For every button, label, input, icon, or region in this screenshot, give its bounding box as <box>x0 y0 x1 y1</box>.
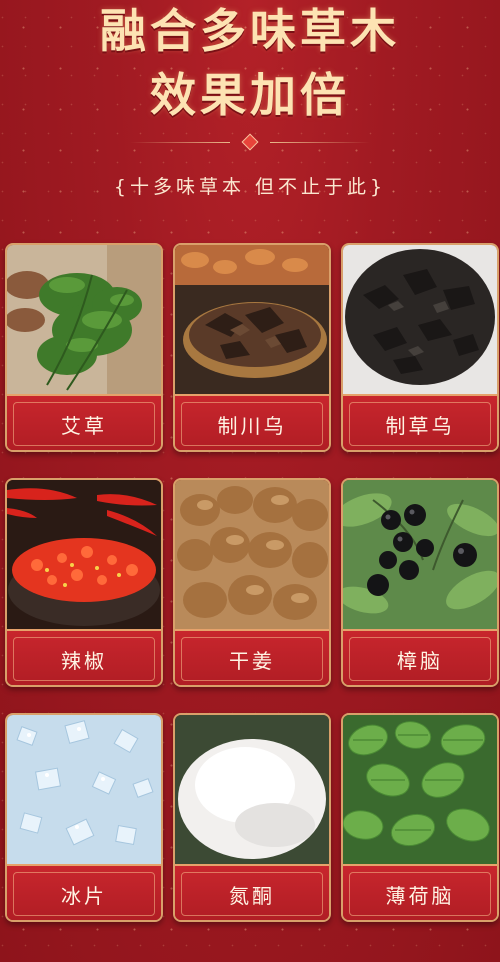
ingredient-card: 干姜 <box>173 478 331 687</box>
processed-kusnezoff-monkshood-image <box>343 245 497 394</box>
mugwort-image <box>7 245 161 394</box>
title-divider <box>130 133 370 151</box>
ingredient-label: 樟脑 <box>397 648 443 673</box>
label-bar: 干姜 <box>175 629 329 685</box>
page-title-line-2: 效果加倍 <box>150 68 350 122</box>
divider-line-right <box>270 141 370 143</box>
ingredient-card: 制草乌 <box>341 243 499 452</box>
label-bar: 制草乌 <box>343 394 497 450</box>
page-title-line-1: 融合多味草木 <box>100 4 400 58</box>
label-bar: 艾草 <box>7 394 161 450</box>
ingredient-label: 辣椒 <box>61 648 107 673</box>
ingredient-card: 薄荷脑 <box>341 713 499 922</box>
label-bar: 樟脑 <box>343 629 497 685</box>
ingredient-card: 辣椒 <box>5 478 163 687</box>
ingredient-grid: 艾草 制川乌 制草乌 辣椒 干姜 樟脑 冰片 氮酮 薄荷脑 <box>5 243 499 922</box>
label-bar: 氮酮 <box>175 864 329 920</box>
mint-leaves-image <box>343 715 497 864</box>
ingredient-card: 氮酮 <box>173 713 331 922</box>
ingredient-label: 氮酮 <box>229 883 275 908</box>
ingredient-card: 冰片 <box>5 713 163 922</box>
label-bar: 制川乌 <box>175 394 329 450</box>
divider-line-left <box>130 141 230 143</box>
label-bar: 冰片 <box>7 864 161 920</box>
ingredient-label: 制草乌 <box>385 413 455 438</box>
ingredient-label: 薄荷脑 <box>385 883 455 908</box>
ingredient-label: 制川乌 <box>217 413 287 438</box>
ginger-image <box>175 480 329 629</box>
azone-powder-image <box>175 715 329 864</box>
label-bar: 薄荷脑 <box>343 864 497 920</box>
processed-aconite-root-image <box>175 245 329 394</box>
ingredient-label: 艾草 <box>61 413 107 438</box>
ingredient-label: 干姜 <box>229 648 275 673</box>
subtitle: {十多味草本 但不止于此} <box>113 176 387 198</box>
ingredient-card: 艾草 <box>5 243 163 452</box>
diamond-ornament-icon <box>241 133 259 151</box>
borneol-crystals-image <box>7 715 161 864</box>
ingredient-card: 樟脑 <box>341 478 499 687</box>
ingredient-label: 冰片 <box>61 883 107 908</box>
chili-pepper-image <box>7 480 161 629</box>
label-bar: 辣椒 <box>7 629 161 685</box>
camphor-berries-image <box>343 480 497 629</box>
ingredient-card: 制川乌 <box>173 243 331 452</box>
